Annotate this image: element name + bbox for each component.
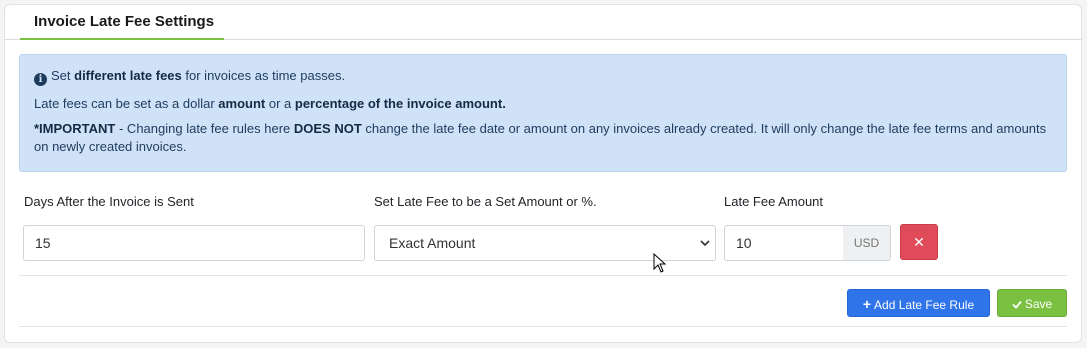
save-button[interactable]: Save — [997, 289, 1067, 317]
currency-addon: USD — [843, 225, 891, 261]
divider — [19, 326, 1067, 327]
days-label: Days After the Invoice is Sent — [24, 194, 194, 209]
close-icon: ✕ — [913, 234, 925, 250]
tab-invoice-late-fee-settings[interactable]: Invoice Late Fee Settings — [20, 5, 224, 40]
tab-bar: Invoice Late Fee Settings — [5, 5, 1081, 40]
alert-line-2: Late fees can be set as a dollar amount … — [34, 96, 506, 111]
plus-icon: + — [862, 296, 872, 312]
fee-type-label: Set Late Fee to be a Set Amount or %. — [374, 194, 597, 209]
alert-line-3: *IMPORTANT - Changing late fee rules her… — [34, 121, 1047, 154]
fee-type-selected-value: Exact Amount — [389, 235, 476, 251]
delete-rule-button[interactable]: ✕ — [900, 224, 938, 260]
info-icon: i — [34, 73, 47, 86]
add-late-fee-rule-button[interactable]: + Add Late Fee Rule — [847, 289, 990, 317]
divider — [19, 275, 1067, 276]
mouse-cursor-icon — [653, 253, 667, 273]
alert-line-1: i Set different late fees for invoices as… — [34, 69, 1052, 86]
chevron-down-icon — [700, 240, 710, 247]
check-icon — [1012, 300, 1022, 309]
info-alert: i Set different late fees for invoices as… — [19, 54, 1067, 172]
fee-amount-label: Late Fee Amount — [724, 194, 824, 209]
fee-amount-input[interactable]: 10 — [724, 225, 844, 261]
late-fee-settings-card: Invoice Late Fee Settings i Set different… — [4, 4, 1082, 343]
days-input[interactable]: 15 — [23, 225, 365, 261]
